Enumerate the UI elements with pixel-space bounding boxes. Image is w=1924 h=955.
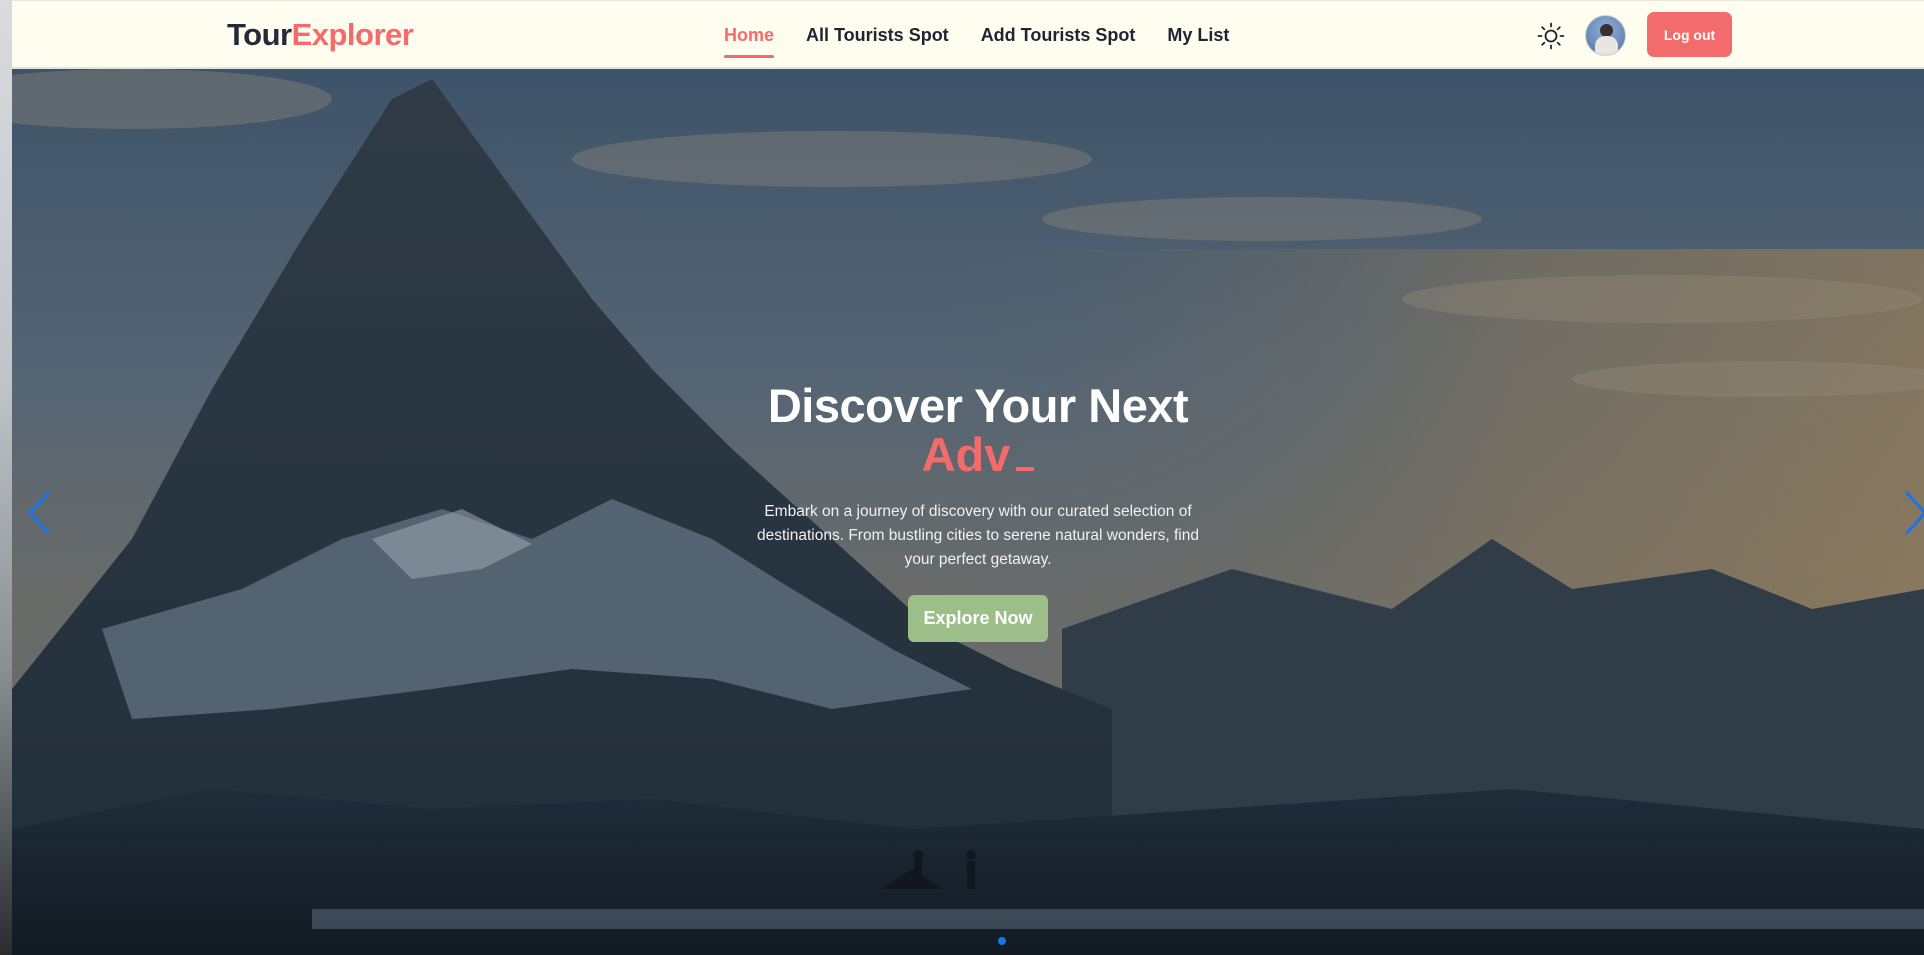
nav-item-home[interactable]: Home	[724, 25, 775, 58]
sun-icon	[1537, 22, 1565, 50]
hero-description: Embark on a journey of discovery with ou…	[757, 503, 1199, 568]
carousel-next-button[interactable]	[1895, 483, 1924, 543]
typing-cursor	[1016, 467, 1035, 471]
hero-title: Discover Your Next	[767, 379, 1189, 432]
brand-name-part2: Explorer	[291, 17, 414, 52]
nav-links: Home All Tourists Spot Add Tourists Spot…	[724, 25, 1229, 58]
chevron-left-icon	[28, 491, 50, 535]
page: TourExplorer Home All Tourists Spot Add …	[12, 0, 1924, 955]
brand-logo[interactable]: TourExplorer	[227, 17, 414, 53]
hero-typed-text: Adv	[921, 428, 1011, 481]
logout-button[interactable]: Log out	[1647, 12, 1732, 57]
avatar-body	[1595, 36, 1618, 55]
previous-slide-edge	[0, 0, 12, 955]
nav-item-all-tourists-spot[interactable]: All Tourists Spot	[806, 25, 949, 56]
hero-carousel: Discover Your Next Adv Embark on a journ…	[12, 69, 1924, 955]
nav-item-add-tourists-spot[interactable]: Add Tourists Spot	[981, 25, 1136, 56]
explore-now-button[interactable]: Explore Now	[908, 595, 1048, 642]
nav-item-my-list[interactable]: My List	[1167, 25, 1229, 56]
navbar: TourExplorer Home All Tourists Spot Add …	[12, 0, 1924, 69]
carousel-prev-button[interactable]	[20, 483, 60, 543]
carousel-dot-1[interactable]	[998, 937, 1006, 945]
carousel-pagination	[998, 937, 1006, 945]
theme-toggle-button[interactable]	[1536, 21, 1566, 51]
hero-typed-text-container: Adv	[748, 430, 1208, 480]
chevron-right-icon	[1905, 491, 1924, 535]
brand-name-part1: Tour	[227, 17, 292, 52]
user-avatar[interactable]	[1585, 15, 1626, 56]
hero-content: Discover Your Next Adv Embark on a journ…	[748, 382, 1208, 642]
